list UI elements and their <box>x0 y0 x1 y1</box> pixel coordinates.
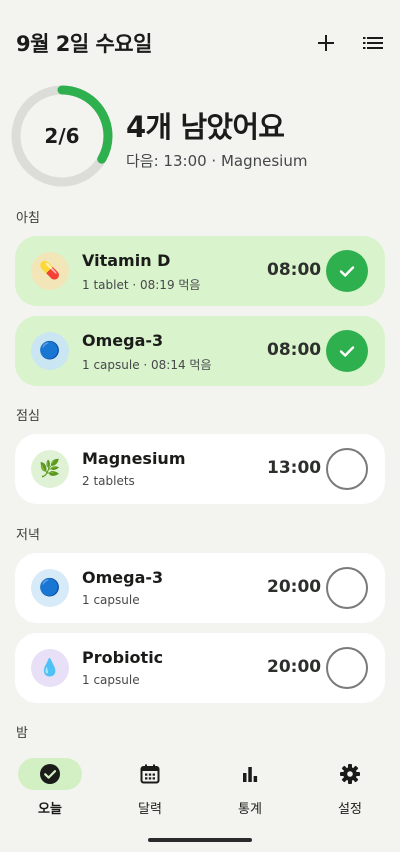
page-title: 9월 2일 수요일 <box>16 32 152 56</box>
nav-stats-label: 통계 <box>238 802 262 817</box>
med-card-omega-3-evening[interactable]: 🔵 Omega-3 1 capsule 20:00 <box>15 553 385 623</box>
taken-toggle[interactable] <box>326 567 368 609</box>
add-button[interactable] <box>311 28 341 58</box>
app-header: 9월 2일 수요일 <box>0 0 400 86</box>
med-time: 13:00 <box>267 458 322 478</box>
taken-toggle[interactable] <box>326 330 368 372</box>
next-dose-text: 다음: 13:00 · Magnesium <box>126 152 308 170</box>
capsule-icon: 🔵 <box>31 569 69 607</box>
list-icon <box>363 37 383 49</box>
section-evening: 저녁 <box>16 528 40 543</box>
section-night: 밤 <box>16 726 28 741</box>
taken-toggle[interactable] <box>326 250 368 292</box>
med-dose-info: 1 tablet · 08:19 먹음 <box>82 278 201 292</box>
nav-settings-label: 설정 <box>338 802 362 817</box>
check-icon <box>339 266 355 277</box>
check-circle-icon <box>40 764 60 784</box>
remaining-count: 4개 남았어요 <box>126 110 285 144</box>
capsule-icon: 🔵 <box>31 332 69 370</box>
med-time: 20:00 <box>267 577 322 597</box>
med-card-vitamin-d[interactable]: 💊 Vitamin D 1 tablet · 08:19 먹음 08:00 <box>15 236 385 306</box>
med-time: 08:00 <box>267 260 322 280</box>
section-morning: 아침 <box>16 211 40 226</box>
nav-today[interactable]: 오늘 <box>0 758 100 822</box>
med-dose-info: 1 capsule <box>82 593 140 607</box>
med-dose-info: 2 tablets <box>82 474 135 488</box>
herb-icon: 🌿 <box>31 450 69 488</box>
plus-icon <box>318 35 334 51</box>
med-dose-info: 1 capsule · 08:14 먹음 <box>82 358 212 372</box>
taken-toggle[interactable] <box>326 647 368 689</box>
nav-today-indicator <box>18 758 82 790</box>
progress-count: 2/6 <box>44 124 80 148</box>
list-view-button[interactable] <box>358 28 388 58</box>
nav-settings[interactable]: 설정 <box>300 758 400 822</box>
bar-chart-icon <box>243 767 258 782</box>
med-time: 08:00 <box>267 340 322 360</box>
pill-icon: 💊 <box>31 252 69 290</box>
med-time: 20:00 <box>267 657 322 677</box>
home-indicator <box>148 838 252 842</box>
med-card-magnesium[interactable]: 🌿 Magnesium 2 tablets 13:00 <box>15 434 385 504</box>
med-name: Vitamin D <box>82 251 171 270</box>
nav-calendar-label: 달력 <box>138 802 162 817</box>
section-noon: 점심 <box>16 409 40 424</box>
daily-summary: 2/6 4개 남았어요 다음: 13:00 · Magnesium <box>0 80 400 190</box>
calendar-icon <box>140 764 160 784</box>
nav-stats[interactable]: 통계 <box>200 758 300 822</box>
taken-toggle[interactable] <box>326 448 368 490</box>
med-dose-info: 1 capsule <box>82 673 140 687</box>
med-name: Magnesium <box>82 449 186 468</box>
bottom-navigation: 오늘 달력 통계 설정 <box>0 744 400 852</box>
check-icon <box>339 346 355 357</box>
droplet-icon: 💧 <box>31 649 69 687</box>
med-name: Probiotic <box>82 648 164 667</box>
med-card-omega-3-morning[interactable]: 🔵 Omega-3 1 capsule · 08:14 먹음 08:00 <box>15 316 385 386</box>
med-card-probiotic[interactable]: 💧 Probiotic 1 capsule 20:00 <box>15 633 385 703</box>
med-name: Omega-3 <box>82 568 164 587</box>
nav-calendar[interactable]: 달력 <box>100 758 200 822</box>
gear-icon <box>340 764 360 784</box>
med-name: Omega-3 <box>82 331 164 350</box>
nav-today-label: 오늘 <box>38 802 62 817</box>
